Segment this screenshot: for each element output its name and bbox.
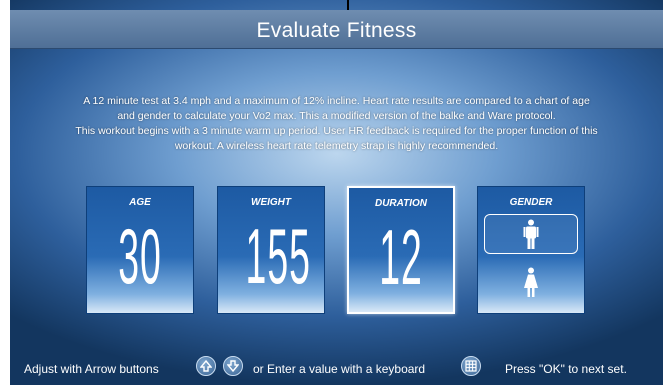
keyboard-button[interactable]	[461, 356, 481, 376]
keyboard-instruction: or Enter a value with a keyboard	[253, 362, 426, 376]
description-line: workout. A wireless heart rate telemetry…	[174, 140, 499, 152]
description-line: A 12 minute test at 3.4 mph and a maximu…	[83, 95, 590, 107]
gender-label: GENDER	[509, 197, 553, 208]
female-icon	[524, 267, 538, 297]
footer-bar: Adjust with Arrow buttons or Enter a val…	[10, 352, 663, 382]
gender-card[interactable]: GENDER	[477, 186, 585, 314]
top-divider	[347, 0, 349, 10]
app-screen: Evaluate Fitness A 12 minute test at 3.4…	[10, 0, 663, 385]
age-value: 30	[118, 212, 162, 300]
up-arrow-icon	[200, 360, 212, 372]
age-card[interactable]: AGE 30	[86, 186, 194, 314]
gender-female-option[interactable]	[484, 263, 578, 303]
gender-male-option[interactable]	[484, 214, 578, 254]
age-label: AGE	[129, 197, 151, 208]
weight-value: 155	[245, 212, 311, 300]
keyboard-icon	[465, 360, 477, 372]
adjust-instruction: Adjust with Arrow buttons	[24, 362, 159, 376]
description-line: This workout begins with a 3 minute warm…	[75, 125, 598, 137]
weight-label: WEIGHT	[251, 197, 291, 208]
weight-card[interactable]: WEIGHT 155	[217, 186, 325, 314]
ok-instruction: Press "OK" to next set.	[505, 362, 627, 376]
down-arrow-icon	[227, 360, 239, 372]
down-arrow-button[interactable]	[223, 356, 243, 376]
duration-card[interactable]: DURATION 12	[347, 186, 455, 314]
male-icon	[523, 219, 539, 249]
description-line: and gender to calculate your Vo2 max. Th…	[117, 110, 556, 122]
header-bar: Evaluate Fitness	[10, 10, 663, 49]
workout-description: A 12 minute test at 3.4 mph and a maximu…	[30, 94, 643, 154]
up-arrow-button[interactable]	[196, 356, 216, 376]
page-title: Evaluate Fitness	[256, 19, 417, 42]
duration-value: 12	[379, 213, 423, 301]
duration-label: DURATION	[374, 198, 428, 209]
